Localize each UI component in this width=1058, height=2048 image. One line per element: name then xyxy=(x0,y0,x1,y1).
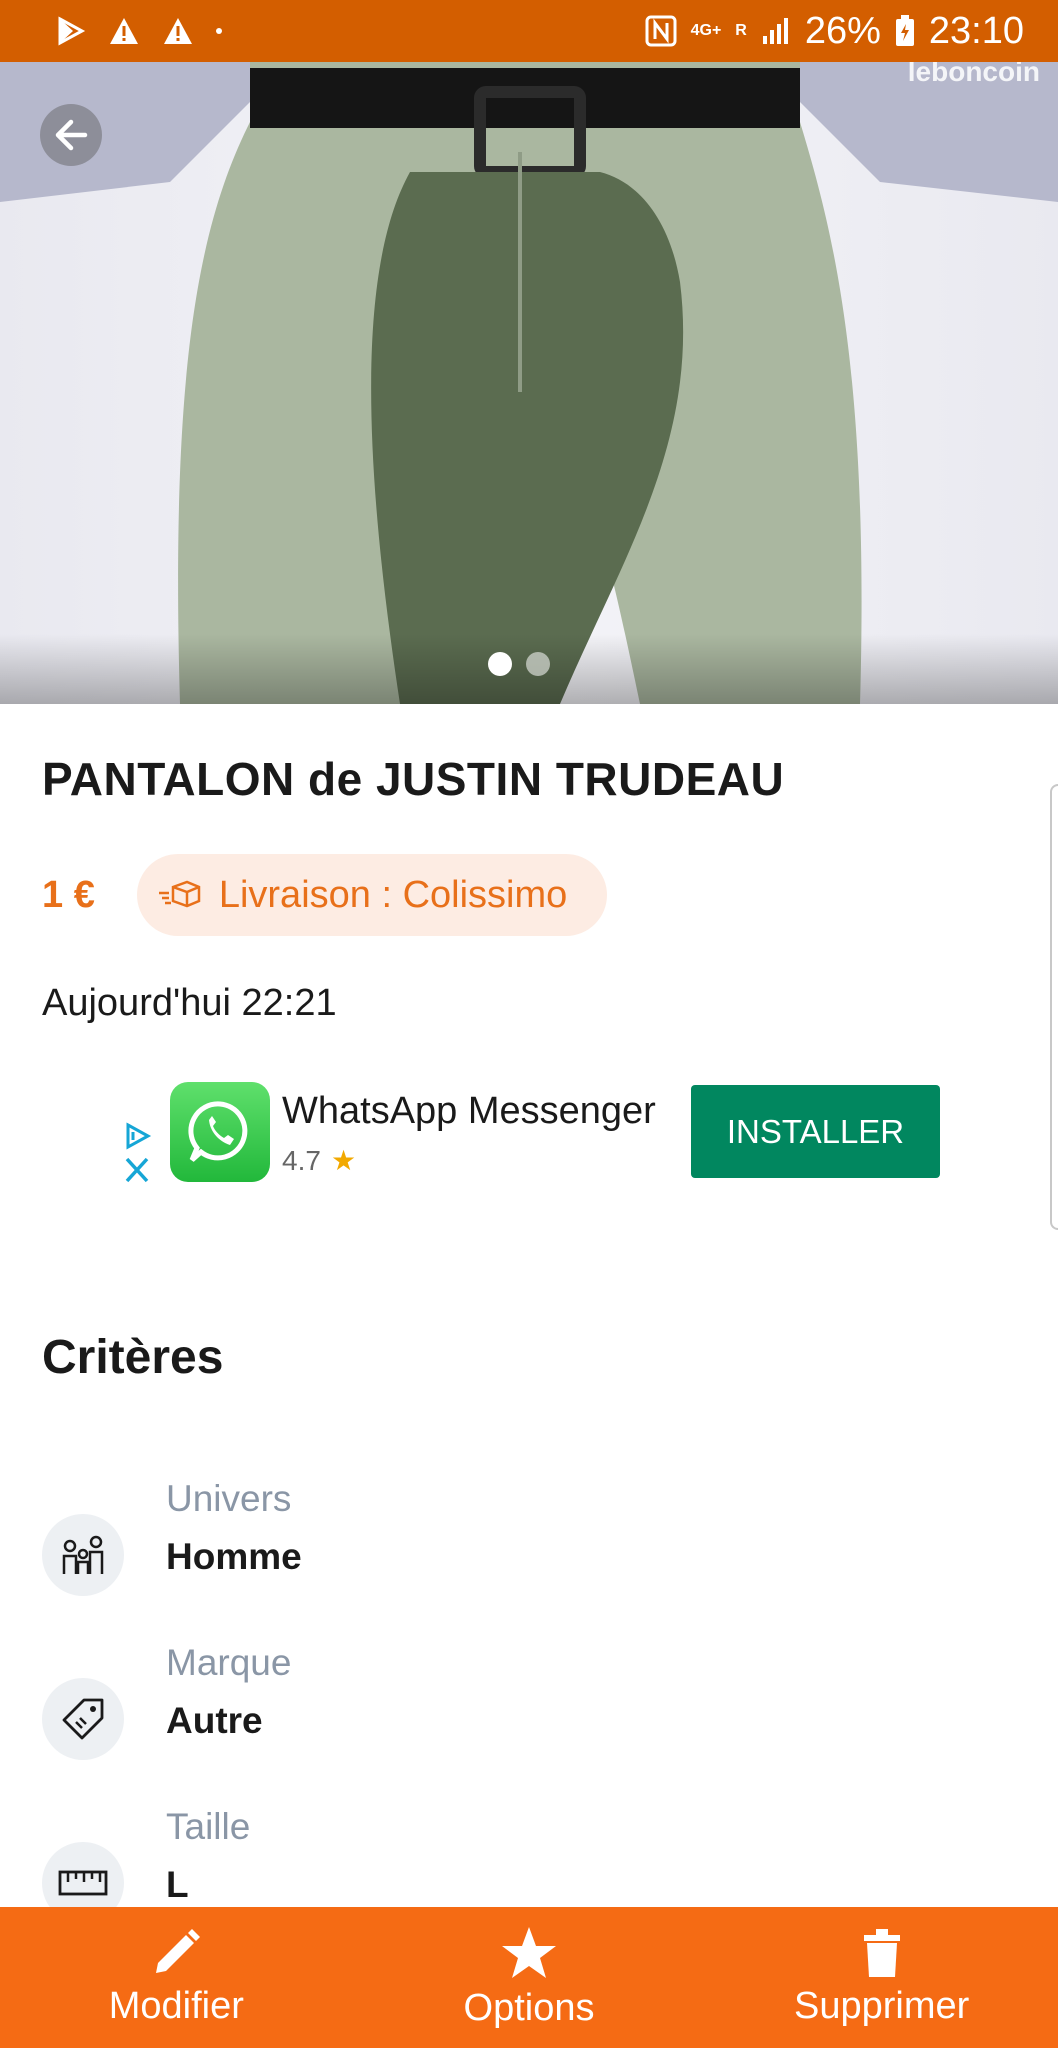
listing-title: PANTALON de JUSTIN TRUDEAU xyxy=(42,753,785,805)
ad-marks xyxy=(122,1122,152,1184)
listing-date: Aujourd'hui 22:21 xyxy=(42,982,337,1024)
delivery-badge[interactable]: Livraison : Colissimo xyxy=(136,854,608,936)
status-left xyxy=(56,16,222,46)
tag-icon xyxy=(62,1698,104,1740)
listing-photo[interactable]: leboncoin xyxy=(0,62,1058,704)
warning-icon xyxy=(110,18,138,44)
criteria-icon-wrap xyxy=(42,1678,124,1760)
whatsapp-logo xyxy=(170,1082,270,1182)
criteria-item-marque: Marque Autre xyxy=(42,1642,942,1760)
criteria-label: Taille xyxy=(166,1806,251,1847)
signal-icon xyxy=(762,18,788,44)
trousers-photo xyxy=(0,62,1058,704)
trash-icon xyxy=(863,1929,900,1977)
ad-rating: 4.7 ★ xyxy=(282,1144,356,1177)
delete-button[interactable]: Supprimer xyxy=(705,1907,1058,2048)
star-icon xyxy=(502,1927,556,1978)
ad-banner[interactable]: WhatsApp Messenger 4.7 ★ INSTALLER xyxy=(120,1082,940,1192)
delivery-label: Livraison : Colissimo xyxy=(218,873,568,916)
people-icon xyxy=(62,1535,104,1574)
criteria-value: L xyxy=(166,1864,189,1905)
price-row: 1 € Livraison : Colissimo xyxy=(42,854,608,936)
clock: 23:10 xyxy=(928,9,1024,52)
adchoices-icon[interactable] xyxy=(122,1122,152,1150)
criteria-label: Univers xyxy=(166,1478,292,1519)
bottom-action-bar: Modifier Options Supprimer xyxy=(0,1907,1058,2048)
warning-icon xyxy=(164,18,192,44)
modify-button[interactable]: Modifier xyxy=(0,1907,353,2048)
ad-app-name: WhatsApp Messenger xyxy=(282,1090,656,1132)
modify-label: Modifier xyxy=(108,1985,244,2027)
criteria-icon-wrap xyxy=(42,1514,124,1596)
battery-icon xyxy=(895,15,914,46)
pager-dot[interactable] xyxy=(526,652,550,676)
roaming-indicator: R xyxy=(735,22,747,39)
close-icon[interactable] xyxy=(122,1156,152,1184)
install-button[interactable]: INSTALLER xyxy=(691,1085,940,1178)
criteria-value: Autre xyxy=(166,1700,263,1741)
dot-icon xyxy=(216,28,222,34)
nfc-icon xyxy=(645,15,677,47)
photo-pager xyxy=(488,652,550,676)
arrow-left-icon xyxy=(55,119,88,151)
delete-label: Supprimer xyxy=(794,1985,970,2027)
play-store-icon xyxy=(58,16,86,46)
options-label: Options xyxy=(463,1987,595,2029)
price: 1 € xyxy=(42,873,95,916)
criteria-item-taille: Taille L xyxy=(42,1806,942,1924)
edge-panel-handle[interactable] xyxy=(1050,784,1058,1230)
battery-percent: 26% xyxy=(804,9,881,52)
pencil-icon xyxy=(156,1929,201,1973)
delivery-box-icon xyxy=(158,880,201,908)
criteria-label: Marque xyxy=(166,1642,292,1683)
criteria-item-univers: Univers Homme xyxy=(42,1478,942,1596)
status-bar: 4G+ R 26% 23:10 xyxy=(0,0,1058,62)
status-right: 4G+ R 26% 23:10 xyxy=(645,10,1024,53)
pager-dot-active[interactable] xyxy=(488,652,512,676)
options-button[interactable]: Options xyxy=(353,1907,706,2048)
watermark: leboncoin xyxy=(907,62,1040,87)
back-button[interactable] xyxy=(40,104,102,166)
criteria-value: Homme xyxy=(166,1536,302,1577)
ad-rating-value: 4.7 xyxy=(282,1144,321,1176)
star-icon: ★ xyxy=(330,1145,357,1176)
ruler-icon xyxy=(58,1870,108,1896)
network-type: 4G+ xyxy=(690,22,722,39)
whatsapp-icon xyxy=(188,1101,248,1162)
criteria-title: Critères xyxy=(42,1331,224,1384)
